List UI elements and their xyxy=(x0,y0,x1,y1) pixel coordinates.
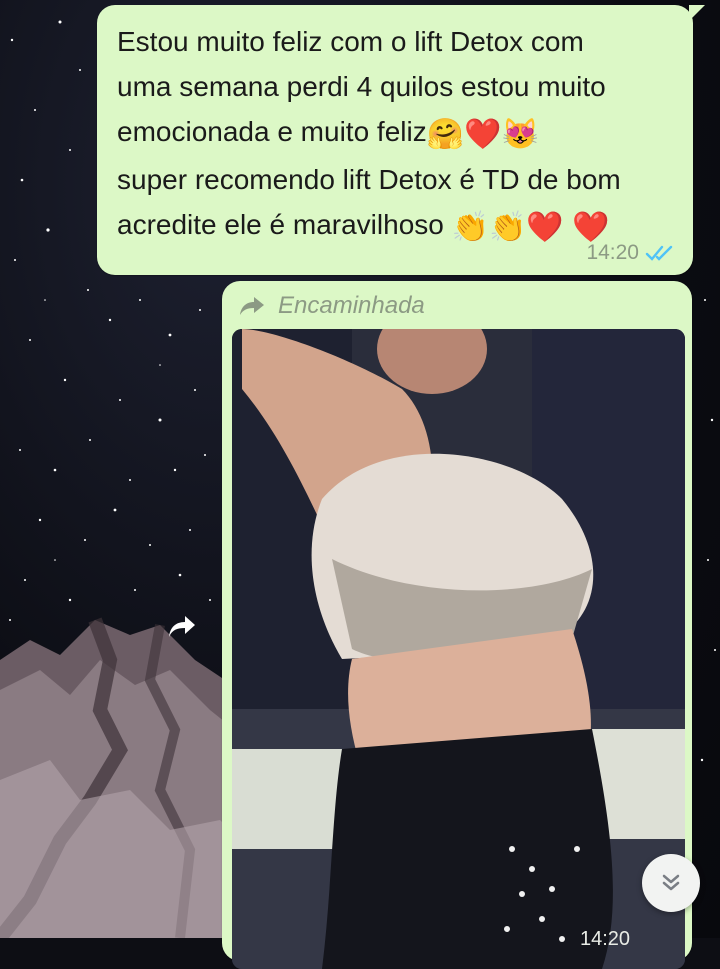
message-time: 14:20 xyxy=(586,241,639,264)
forwarded-label: Encaminhada xyxy=(278,292,425,319)
photo-image xyxy=(232,329,685,969)
message-text: Estou muito feliz com o lift Detox com u… xyxy=(117,19,677,250)
message-meta: 14:20 xyxy=(586,239,675,267)
bubble-tail xyxy=(689,5,705,21)
forwarded-indicator: Encaminhada xyxy=(238,291,425,321)
message-bubble-forwarded-photo[interactable]: Encaminhada xyxy=(222,281,692,969)
share-forward-icon xyxy=(169,616,195,637)
double-check-read-icon xyxy=(645,245,673,261)
emoji-group: 🤗❤️😻 xyxy=(426,118,539,151)
message-time: 14:20 xyxy=(580,928,631,950)
mountain-silhouette xyxy=(0,617,260,938)
message-line-with-emoji: emocionada e muito feliz🤗❤️😻 xyxy=(117,109,677,157)
photo-attachment[interactable] xyxy=(232,329,685,969)
message-line: super recomendo lift Detox é TD de bom xyxy=(117,164,621,195)
message-line-text: acredite ele é maravilhoso xyxy=(117,209,444,240)
message-line: uma semana perdi 4 quilos estou muito xyxy=(117,71,606,102)
double-chevron-down-icon xyxy=(662,874,680,891)
message-line-text: emocionada e muito feliz xyxy=(117,116,427,147)
message-bubble-outgoing[interactable]: Estou muito feliz com o lift Detox com u… xyxy=(97,5,705,275)
forward-arrow-icon xyxy=(240,297,264,315)
message-line: Estou muito feliz com o lift Detox com xyxy=(117,26,584,57)
scroll-to-bottom-button[interactable] xyxy=(642,854,700,912)
share-forward-button[interactable] xyxy=(162,609,202,645)
